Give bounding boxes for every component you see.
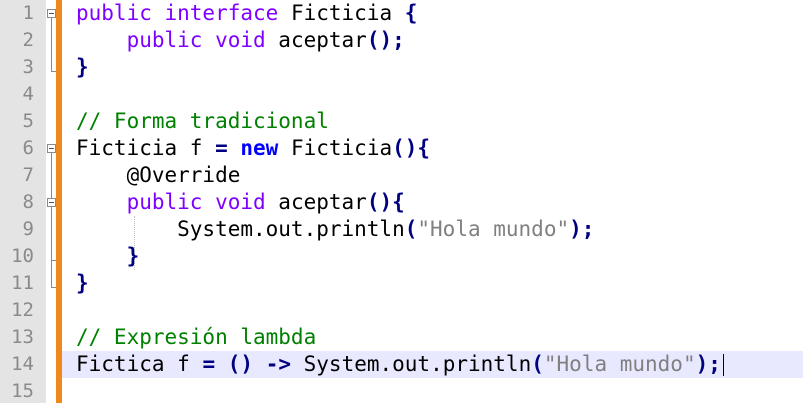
code-token: Fictica f [76,352,203,376]
code-token: { [404,1,418,25]
code-token: new [240,136,279,160]
code-line[interactable]: public interface Ficticia { [62,0,803,27]
code-line[interactable] [62,81,803,108]
code-line[interactable]: } [62,54,803,81]
code-token: = [202,352,216,376]
fold-line [51,18,52,71]
line-number: 10 [11,245,34,267]
code-line[interactable]: public void aceptar(){ [62,189,803,216]
code-line[interactable]: System.out.println("Hola mundo"); [62,216,803,243]
code-token: "Hola mundo" [417,217,570,241]
fold-collapse-icon[interactable] [47,9,56,18]
code-token: ); [569,217,595,241]
code-line[interactable]: // Forma tradicional [62,108,803,135]
code-token: System.out.println [76,217,405,241]
code-line[interactable] [62,378,803,405]
code-line[interactable]: } [62,243,803,270]
line-number: 7 [22,164,34,186]
code-line[interactable] [62,297,803,324]
line-number-gutter: 1 2 3 4 5 6 7 8 9 10 11 12 13 14 15 [0,0,46,403]
code-token: Ficticia [278,1,405,25]
code-token: ); [695,352,721,376]
line-number: 12 [11,299,34,321]
fold-collapse-icon[interactable] [47,144,56,153]
line-number: 6 [22,137,34,159]
code-token: Ficticia [278,136,393,160]
code-token: public void [76,28,266,52]
code-token: } [76,55,89,79]
code-editor[interactable]: 1 2 3 4 5 6 7 8 9 10 11 12 13 14 15 public interface F… [0,0,803,403]
line-number: 8 [22,191,34,213]
line-number: 1 [22,2,34,24]
line-number: 2 [22,29,34,51]
code-token: (){ [392,136,431,160]
code-token: // Forma tradicional [76,109,329,133]
fold-collapse-icon[interactable] [47,198,56,207]
text-cursor [722,354,724,376]
code-token: (){ [366,190,405,214]
line-number: 13 [11,326,34,348]
line-number: 4 [22,83,34,105]
line-number: 9 [22,218,34,240]
line-number: 14 [11,353,34,375]
line-number: 5 [22,110,34,132]
code-token: aceptar [265,28,367,52]
code-token: @Override [76,163,241,187]
code-token: ( [531,352,544,376]
code-line[interactable]: @Override [62,162,803,189]
line-number: 15 [11,380,34,402]
fold-margin [46,0,56,403]
current-code-line[interactable]: Fictica f = () -> System.out.println("Ho… [62,351,803,378]
code-token: // Expresión lambda [76,325,317,349]
code-token: "Hola mundo" [543,352,696,376]
code-token: -> [265,352,291,376]
code-line[interactable]: // Expresión lambda [62,324,803,351]
code-line[interactable]: public void aceptar(); [62,27,803,54]
code-token: System.out.println [291,352,532,376]
code-text-area[interactable]: public interface Ficticia { public void … [62,0,803,405]
code-token: aceptar [265,190,367,214]
code-token: Ficticia f [76,136,216,160]
code-token: } [76,271,89,295]
code-token: () [227,352,254,376]
code-token: } [76,244,140,268]
code-token: public void [76,190,266,214]
code-line[interactable]: } [62,270,803,297]
code-token: (); [366,28,405,52]
code-token: ( [404,217,418,241]
code-token: = [215,136,228,160]
fold-line [51,207,52,287]
line-number: 11 [11,272,34,294]
line-number: 3 [22,56,34,78]
code-line[interactable]: Ficticia f = new Ficticia(){ [62,135,803,162]
code-token: public interface [76,1,279,25]
